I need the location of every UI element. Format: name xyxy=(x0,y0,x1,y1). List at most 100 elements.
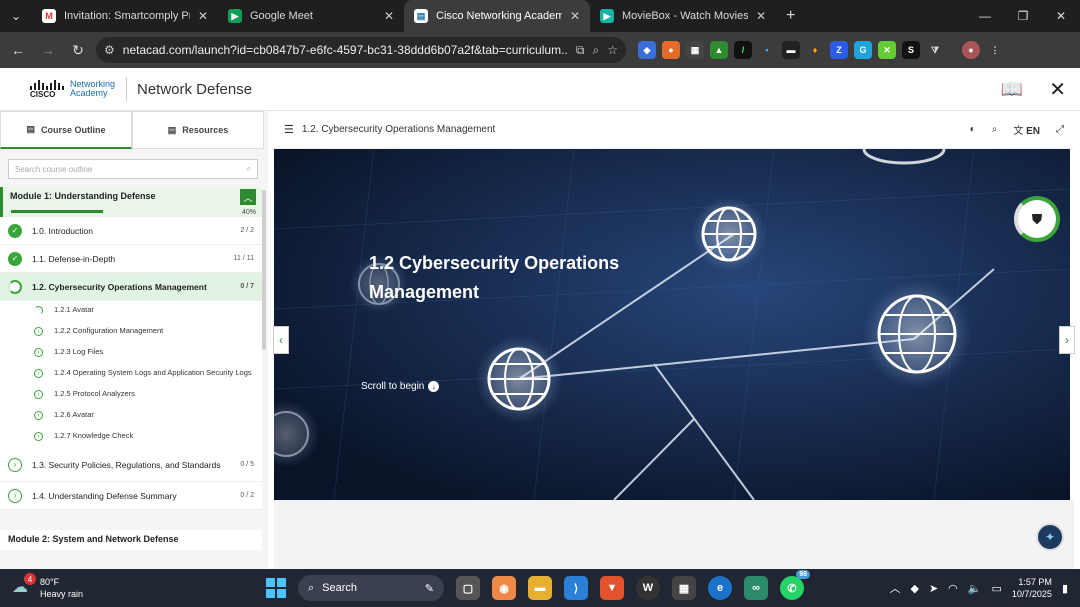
sub-item[interactable]: › 1.2.7 Knowledge Check xyxy=(0,427,262,448)
collapse-sidebar-icon[interactable]: ☰ xyxy=(284,123,294,136)
browser-tab-netacad[interactable]: ▤ Cisco Networking Academy: Ne ✕ xyxy=(404,0,590,32)
item-count: 11 / 11 xyxy=(233,255,254,262)
visual-studio-icon[interactable]: ∞ xyxy=(744,576,768,600)
sub-item[interactable]: › 1.2.2 Configuration Management xyxy=(0,322,262,343)
tab-course-outline[interactable]: ▤ Course Outline xyxy=(0,111,132,149)
whatsapp-icon[interactable]: ✆ 98 xyxy=(780,570,810,600)
chat-assistant-button[interactable]: ✦ xyxy=(1036,523,1064,551)
close-tab-icon[interactable]: ✕ xyxy=(756,9,766,23)
sidebar-scrollbar[interactable] xyxy=(262,190,266,350)
weather-widget[interactable]: ☁ 4 80°F Heavy rain xyxy=(12,573,132,600)
battery-icon[interactable]: ▭ xyxy=(991,582,1001,595)
extension-icon[interactable]: ▦ xyxy=(686,41,704,59)
scroll-to-begin-button[interactable]: Scroll to begin ↓ xyxy=(361,381,440,392)
search-icon[interactable]: ⌕ xyxy=(992,124,998,135)
cisco-networking-academy-logo[interactable]: CISCO Networking Academy xyxy=(30,79,118,99)
module-1-header[interactable]: Module 1: Understanding Defense ︿ 40% xyxy=(0,187,262,217)
close-tab-icon[interactable]: ✕ xyxy=(570,9,580,23)
tab-resources[interactable]: ▤ Resources xyxy=(132,111,264,149)
extension-icon[interactable]: ● xyxy=(662,41,680,59)
extension-icon[interactable]: ✕ xyxy=(878,41,896,59)
extension-icon[interactable]: S xyxy=(902,41,920,59)
list-item[interactable]: ✓ 1.0. Introduction 2 / 2 xyxy=(0,217,262,245)
search-course-outline-input[interactable]: Search course outline ⌕ xyxy=(8,159,258,179)
edge-icon[interactable]: e xyxy=(708,576,732,600)
more-menu-icon[interactable]: ⋮ xyxy=(986,41,1004,59)
extension-icon[interactable]: G xyxy=(854,41,872,59)
vscode-icon[interactable]: ⟩ xyxy=(564,576,588,600)
clock[interactable]: 1:57 PM 10/7/2025 xyxy=(1012,576,1052,600)
chevron-right-icon: › xyxy=(34,327,43,336)
browser-tab-meet[interactable]: ▶ Google Meet ✕ xyxy=(218,0,404,32)
send-icon[interactable]: ➤ xyxy=(929,582,938,595)
wordpress-icon[interactable]: W xyxy=(636,576,660,600)
close-tab-icon[interactable]: ✕ xyxy=(384,9,394,23)
browser-tab-strip: ⌄ M Invitation: Smartcomply Produc ✕ ▶ G… xyxy=(0,0,1080,32)
progress-shield-badge[interactable]: ⛊ xyxy=(1014,196,1060,242)
fullscreen-icon[interactable]: ⤢ xyxy=(1056,124,1064,135)
bookmark-star-icon[interactable]: ☆ xyxy=(607,43,618,57)
tab-search-icon[interactable]: ⌄ xyxy=(0,0,32,32)
calculator-icon[interactable]: ▦ xyxy=(672,576,696,600)
back-icon[interactable]: ← xyxy=(6,38,30,62)
address-bar[interactable]: ⚙ netacad.com/launch?id=cb0847b7-e6fc-45… xyxy=(96,37,626,63)
search-icon[interactable]: ⌕ xyxy=(247,164,251,174)
new-tab-button[interactable]: + xyxy=(776,7,805,25)
extension-icon[interactable]: Z xyxy=(830,41,848,59)
zoom-icon[interactable]: ⌕ xyxy=(593,43,600,58)
volume-icon[interactable]: 🔈 xyxy=(968,582,982,595)
next-page-button[interactable]: › xyxy=(1059,326,1075,354)
sub-item[interactable]: › 1.2.6 Avatar xyxy=(0,406,262,427)
minimize-icon[interactable]: — xyxy=(966,0,1004,32)
prev-page-button[interactable]: ‹ xyxy=(273,326,289,354)
puzzle-extensions-icon[interactable]: ⧩ xyxy=(926,41,944,59)
reload-icon[interactable]: ↻ xyxy=(66,38,90,62)
extension-icon[interactable]: ◆ xyxy=(638,41,656,59)
chevron-up-icon[interactable]: ︿ xyxy=(240,189,256,205)
sub-item[interactable]: › 1.2.5 Protocol Analyzers xyxy=(0,385,262,406)
list-item[interactable]: › 1.4. Understanding Defense Summary 0 /… xyxy=(0,482,262,510)
extension-icon[interactable]: / xyxy=(734,41,752,59)
windows-taskbar: ☁ 4 80°F Heavy rain ⌕ Search ✎ ▢ ◉ ▬ ⟩ ▼ … xyxy=(0,569,1080,607)
site-info-icon[interactable]: ⚙ xyxy=(104,43,115,57)
profile-avatar[interactable]: ● xyxy=(962,41,980,59)
file-explorer-icon[interactable]: ▬ xyxy=(528,576,552,600)
chevron-right-icon: › xyxy=(34,390,43,399)
content-toolbar: ☰ 1.2. Cybersecurity Operations Manageme… xyxy=(274,111,1074,149)
sub-item[interactable]: 1.2.1 Avatar xyxy=(0,301,262,322)
list-item[interactable]: ✓ 1.1. Defense-in-Depth 11 / 11 xyxy=(0,245,262,273)
language-selector[interactable]: 文 EN xyxy=(1013,122,1040,137)
windows-start-icon[interactable] xyxy=(266,578,286,598)
extension-icon[interactable]: ▲ xyxy=(710,41,728,59)
sub-item[interactable]: › 1.2.4 Operating System Logs and Applica… xyxy=(0,364,262,385)
chrome-icon[interactable]: ◉ xyxy=(492,576,516,600)
browser-tab-gmail[interactable]: M Invitation: Smartcomply Produc ✕ xyxy=(32,0,218,32)
tab-title: Cisco Networking Academy: Ne xyxy=(436,10,562,22)
sidebar-tabs: ▤ Course Outline ▤ Resources xyxy=(0,111,264,149)
close-window-icon[interactable]: ✕ xyxy=(1042,0,1080,32)
sub-item[interactable]: › 1.2.3 Log Files xyxy=(0,343,262,364)
browser-tab-moviebox[interactable]: ▶ MovieBox - Watch Movies Free ✕ xyxy=(590,0,776,32)
maximize-icon[interactable]: ❐ xyxy=(1004,0,1042,32)
list-item-current[interactable]: 1.2. Cybersecurity Operations Management… xyxy=(0,273,262,301)
notifications-icon[interactable]: ▮ xyxy=(1062,582,1068,595)
book-icon[interactable]: 📖 xyxy=(1001,79,1023,100)
extension-icon[interactable]: ♦ xyxy=(806,41,824,59)
forward-icon[interactable]: → xyxy=(36,38,60,62)
wifi-icon[interactable]: ◠ xyxy=(948,582,958,595)
extension-icon[interactable]: • xyxy=(758,41,776,59)
task-view-icon[interactable]: ▢ xyxy=(456,576,480,600)
install-app-icon[interactable]: ⧉ xyxy=(576,43,585,58)
rain-cloud-icon: ☁ 4 xyxy=(12,573,36,599)
dark-mode-icon[interactable]: ◐ xyxy=(970,124,976,135)
close-course-icon[interactable]: ✕ xyxy=(1049,77,1066,102)
taskbar-search[interactable]: ⌕ Search ✎ xyxy=(298,575,444,601)
globe-icon xyxy=(691,196,767,272)
close-tab-icon[interactable]: ✕ xyxy=(198,9,208,23)
extension-icon[interactable]: ▬ xyxy=(782,41,800,59)
module-2-header[interactable]: Module 2: System and Network Defense xyxy=(0,530,262,550)
security-icon[interactable]: ◆ xyxy=(910,582,918,595)
chevron-up-icon[interactable]: ︿ xyxy=(889,580,900,596)
list-item[interactable]: › 1.3. Security Policies, Regulations, a… xyxy=(0,448,262,482)
brave-icon[interactable]: ▼ xyxy=(600,576,624,600)
